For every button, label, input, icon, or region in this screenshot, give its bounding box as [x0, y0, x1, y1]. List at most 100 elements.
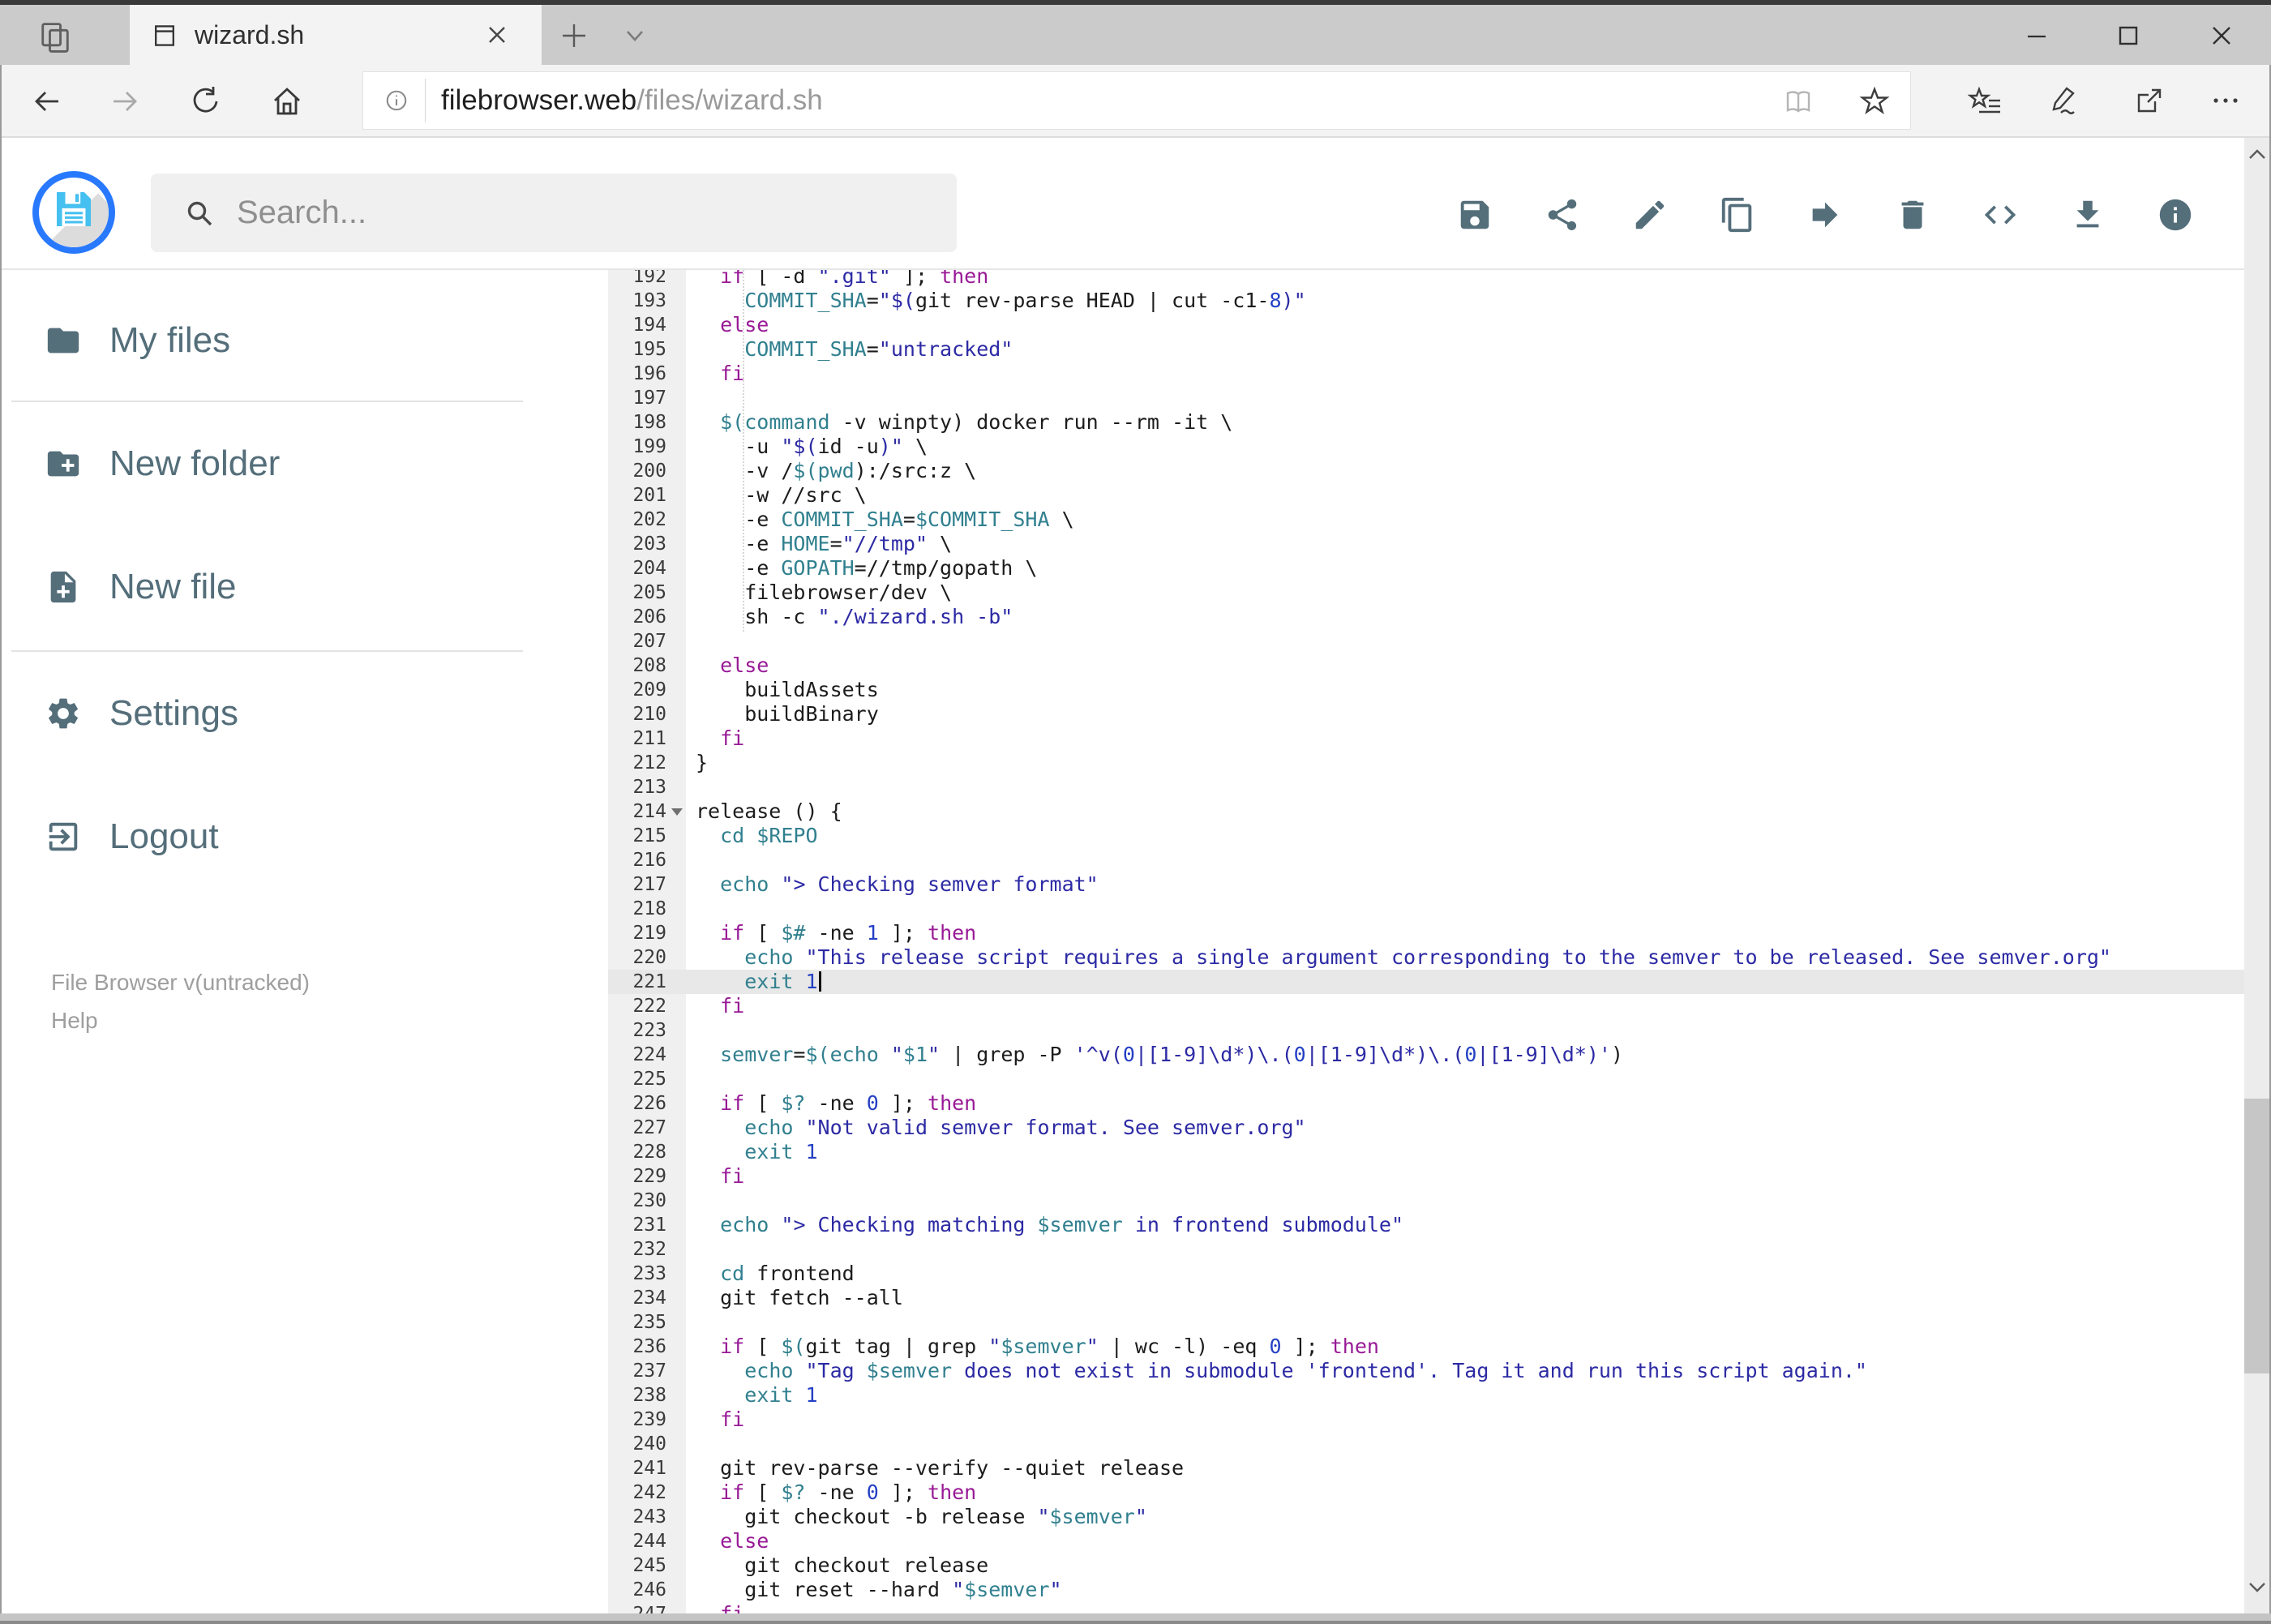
code-text[interactable]: -e HOME="//tmp" \ — [696, 532, 952, 556]
code-line[interactable]: 234 git fetch --all — [608, 1286, 2244, 1310]
scroll-up-icon[interactable] — [2247, 148, 2268, 162]
code-text[interactable]: echo "> Checking semver format" — [696, 872, 1099, 897]
code-text[interactable]: buildBinary — [696, 702, 879, 726]
code-line[interactable]: 207 — [608, 629, 2244, 653]
add-favorite-star-icon[interactable] — [1857, 84, 1892, 119]
help-link[interactable]: Help — [51, 1001, 310, 1039]
code-line[interactable]: 193 COMMIT_SHA="$(git rev-parse HEAD | c… — [608, 289, 2244, 313]
code-text[interactable]: fi — [696, 1408, 744, 1432]
code-line[interactable]: 226 if [ $? -ne 0 ]; then — [608, 1091, 2244, 1116]
code-line[interactable]: 238 exit 1 — [608, 1383, 2244, 1408]
code-line[interactable]: 211 fi — [608, 726, 2244, 751]
code-text[interactable]: fi — [696, 362, 744, 386]
filebrowser-logo[interactable] — [32, 171, 115, 254]
code-text[interactable]: exit 1 — [696, 970, 821, 994]
code-text[interactable]: release () { — [696, 799, 842, 824]
code-line[interactable]: 242 if [ $? -ne 0 ]; then — [608, 1480, 2244, 1505]
code-text[interactable]: else — [696, 653, 769, 678]
code-line[interactable]: 218 — [608, 897, 2244, 921]
code-line[interactable]: 219 if [ $# -ne 1 ]; then — [608, 921, 2244, 945]
code-text[interactable]: git reset --hard "$semver" — [696, 1578, 1061, 1602]
code-line[interactable]: 220 echo "This release script requires a… — [608, 945, 2244, 970]
new-tab-icon[interactable] — [559, 21, 589, 50]
code-text[interactable]: -e COMMIT_SHA=$COMMIT_SHA \ — [696, 508, 1073, 532]
browser-tab[interactable]: wizard.sh — [130, 5, 542, 65]
refresh-icon[interactable] — [188, 84, 224, 119]
code-text[interactable]: if [ $? -ne 0 ]; then — [696, 1091, 976, 1116]
code-line[interactable]: 237 echo "Tag $semver does not exist in … — [608, 1359, 2244, 1383]
code-line[interactable]: 239 fi — [608, 1408, 2244, 1432]
code-line[interactable]: 201 -w //src \ — [608, 483, 2244, 508]
tab-preview-icon[interactable] — [36, 18, 75, 57]
code-line[interactable]: 230 — [608, 1189, 2244, 1213]
code-line[interactable]: 216 — [608, 848, 2244, 872]
search-input[interactable] — [235, 174, 932, 252]
code-text[interactable]: cd $REPO — [696, 824, 817, 848]
code-line[interactable]: 212} — [608, 751, 2244, 775]
code-text[interactable]: git fetch --all — [696, 1286, 903, 1310]
code-line[interactable]: 227 echo "Not valid semver format. See s… — [608, 1116, 2244, 1140]
code-text[interactable]: fi — [696, 726, 744, 751]
code-text[interactable]: echo "> Checking matching $semver in fro… — [696, 1213, 1403, 1237]
code-text[interactable]: -u "$(id -u)" \ — [696, 435, 928, 459]
code-text[interactable]: fi — [696, 1164, 744, 1189]
code-line[interactable]: 209 buildAssets — [608, 678, 2244, 702]
sidebar-item-new-folder[interactable]: New folder — [0, 423, 523, 504]
code-line[interactable]: 225 — [608, 1067, 2244, 1091]
code-line[interactable]: 229 fi — [608, 1164, 2244, 1189]
code-line[interactable]: 194 else — [608, 313, 2244, 337]
code-text[interactable]: git checkout -b release "$semver" — [696, 1505, 1147, 1529]
address-bar[interactable]: filebrowser.web/files/wizard.sh — [362, 71, 1911, 130]
code-text[interactable]: $(command -v winpty) docker run --rm -it… — [696, 410, 1232, 435]
code-editor[interactable]: 192 if [ -d ".git" ]; then 193 COMMIT_SHA… — [608, 270, 2244, 1615]
code-line[interactable]: 235 — [608, 1310, 2244, 1335]
code-text[interactable]: else — [696, 313, 769, 337]
site-info-icon[interactable] — [381, 85, 412, 116]
close-button[interactable] — [2204, 18, 2239, 54]
minimize-button[interactable] — [2019, 18, 2055, 54]
code-text[interactable]: else — [696, 1529, 769, 1553]
code-line[interactable]: 241 git rev-parse --verify --quiet relea… — [608, 1456, 2244, 1480]
copy-button[interactable] — [1719, 196, 1756, 234]
code-line[interactable]: 223 — [608, 1018, 2244, 1043]
code-line[interactable]: 224 semver=$(echo "$1" | grep -P '^v(0|[… — [608, 1043, 2244, 1067]
maximize-button[interactable] — [2110, 18, 2146, 54]
code-text[interactable]: echo "This release script requires a sin… — [696, 945, 2111, 970]
code-text[interactable]: COMMIT_SHA="$(git rev-parse HEAD | cut -… — [696, 289, 1305, 313]
sidebar-item-settings[interactable]: Settings — [0, 673, 523, 754]
code-text[interactable]: semver=$(echo "$1" | grep -P '^v(0|[1-9]… — [696, 1043, 1623, 1067]
code-line[interactable]: 202 -e COMMIT_SHA=$COMMIT_SHA \ — [608, 508, 2244, 532]
code-text[interactable]: if [ $(git tag | grep "$semver" | wc -l)… — [696, 1335, 1379, 1359]
code-line[interactable]: 195 COMMIT_SHA="untracked" — [608, 337, 2244, 362]
code-line[interactable]: 246 git reset --hard "$semver" — [608, 1578, 2244, 1602]
code-text[interactable]: git checkout release — [696, 1553, 988, 1578]
code-text[interactable]: echo "Tag $semver does not exist in subm… — [696, 1359, 1867, 1383]
code-text[interactable]: git rev-parse --verify --quiet release — [696, 1456, 1184, 1480]
code-line[interactable]: 231 echo "> Checking matching $semver in… — [608, 1213, 2244, 1237]
code-line[interactable]: 205 filebrowser/dev \ — [608, 581, 2244, 605]
code-line[interactable]: 244 else — [608, 1529, 2244, 1553]
tab-close-icon[interactable] — [485, 23, 509, 47]
code-text[interactable]: if [ -d ".git" ]; then — [696, 270, 988, 289]
page-scrollbar[interactable] — [2244, 138, 2269, 1613]
scrollbar-thumb[interactable] — [2244, 1099, 2269, 1373]
code-line[interactable]: 206 sh -c "./wizard.sh -b" — [608, 605, 2244, 629]
web-notes-pen-icon[interactable] — [2045, 83, 2080, 118]
code-line[interactable]: 197 — [608, 386, 2244, 410]
share-icon[interactable] — [2131, 83, 2166, 118]
code-line[interactable]: 210 buildBinary — [608, 702, 2244, 726]
code-line[interactable]: 233 cd frontend — [608, 1262, 2244, 1286]
code-line[interactable]: 215 cd $REPO — [608, 824, 2244, 848]
search-bar[interactable] — [151, 174, 957, 252]
more-menu-icon[interactable] — [2208, 83, 2243, 118]
code-line[interactable]: 199 -u "$(id -u)" \ — [608, 435, 2244, 459]
code-line[interactable]: 245 git checkout release — [608, 1553, 2244, 1578]
code-text[interactable]: filebrowser/dev \ — [696, 581, 952, 605]
code-line[interactable]: 192 if [ -d ".git" ]; then — [608, 270, 2244, 289]
delete-button[interactable] — [1894, 196, 1931, 234]
sidebar-item-logout[interactable]: Logout — [0, 796, 523, 877]
tab-list-chevron-icon[interactable] — [621, 24, 649, 47]
code-line[interactable]: 236 if [ $(git tag | grep "$semver" | wc… — [608, 1335, 2244, 1359]
code-text[interactable]: cd frontend — [696, 1262, 855, 1286]
favorites-hub-icon[interactable] — [1968, 83, 2003, 118]
